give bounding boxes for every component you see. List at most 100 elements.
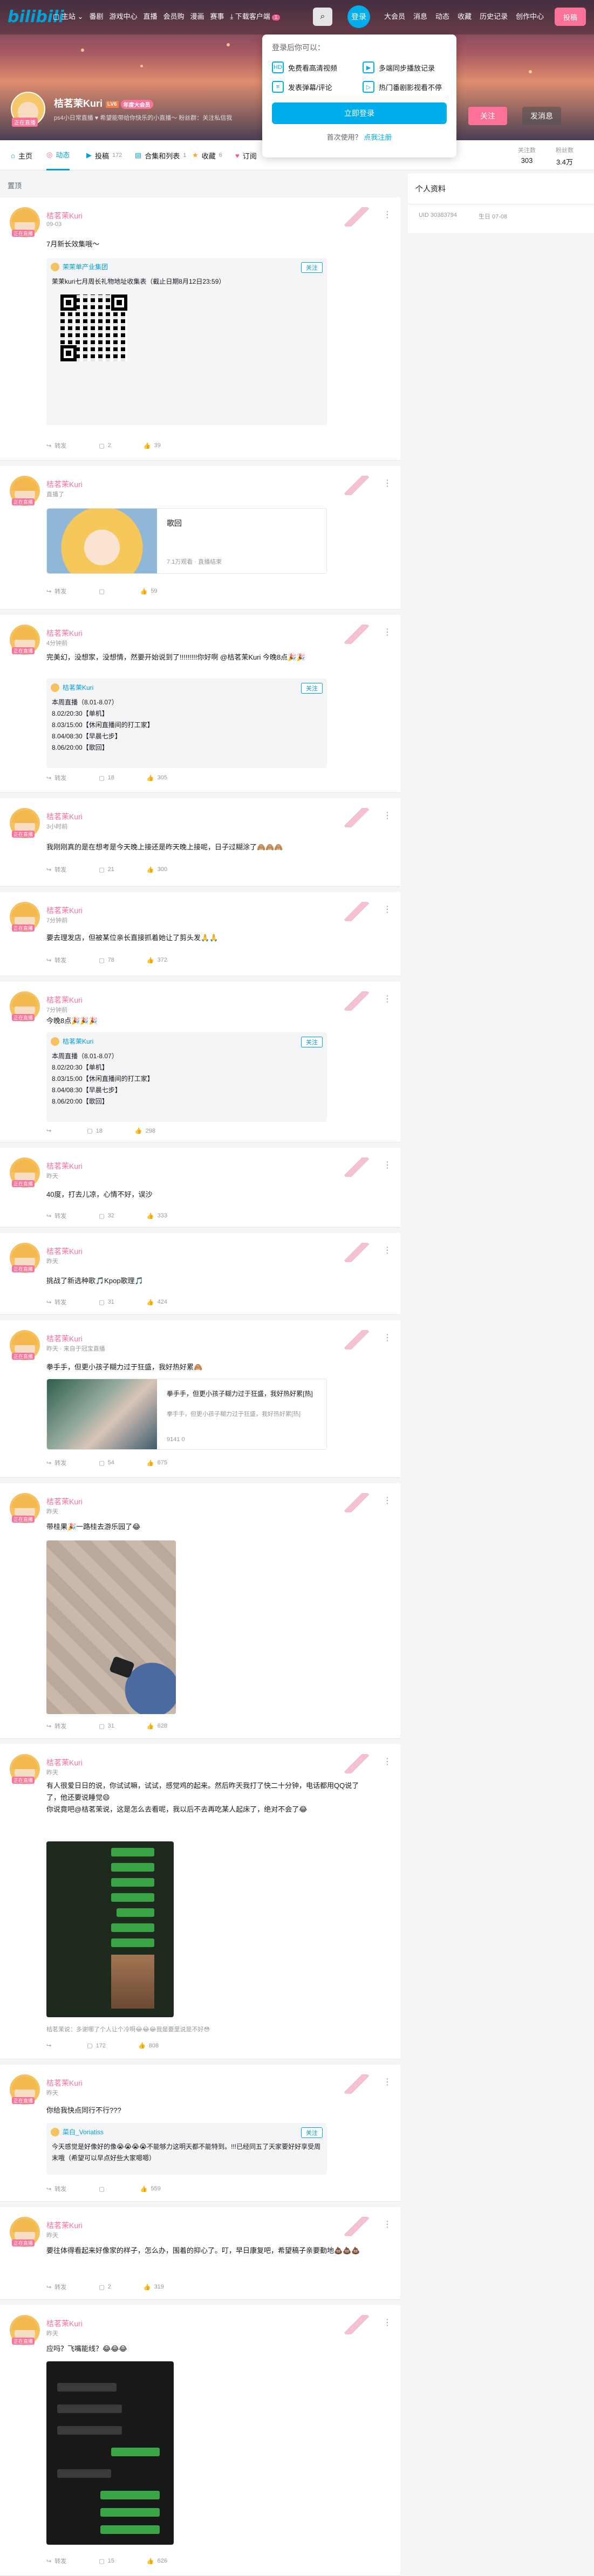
share-button[interactable]: ↪ 转发 bbox=[46, 956, 66, 964]
more-icon[interactable]: ⋮ bbox=[383, 2219, 392, 2230]
post-time[interactable]: 昨天 bbox=[46, 1768, 58, 1777]
like-button[interactable]: 👍 333 bbox=[147, 1211, 167, 1220]
post-author[interactable]: 桔茗茉Kuri bbox=[46, 479, 83, 490]
more-icon[interactable]: ⋮ bbox=[383, 209, 392, 220]
more-icon[interactable]: ⋮ bbox=[383, 2077, 392, 2087]
register-link[interactable]: 点我注册 bbox=[364, 133, 392, 141]
more-icon[interactable]: ⋮ bbox=[383, 1160, 392, 1170]
nav-item-favorites[interactable]: 收藏 bbox=[458, 11, 472, 21]
post-time[interactable]: 直播了 bbox=[46, 490, 64, 498]
comment-button[interactable]: ▢ 21 bbox=[99, 865, 114, 874]
post-author[interactable]: 桔茗茉Kuri bbox=[46, 628, 83, 639]
post-author[interactable]: 桔茗茉Kuri bbox=[46, 2318, 83, 2329]
like-button[interactable]: 👍 424 bbox=[147, 1298, 167, 1306]
comment-button[interactable]: ▢ bbox=[99, 587, 107, 595]
forward-box[interactable]: 桔茗茉Kuri 关注 本周直播（8.01-8.07） 8.02/20:30【单机… bbox=[46, 679, 327, 768]
comment-button[interactable]: ▢ bbox=[99, 2184, 107, 2193]
vip-badge[interactable]: 年度大会员 bbox=[120, 99, 153, 109]
post-author[interactable]: 桔茗茉Kuri bbox=[46, 1757, 83, 1768]
chat-screenshot[interactable] bbox=[46, 1841, 174, 2017]
post-author[interactable]: 桔茗茉Kuri bbox=[46, 1246, 83, 1257]
forward-follow-button[interactable]: 关注 bbox=[301, 262, 323, 273]
nav-item-history[interactable]: 历史记录 bbox=[480, 11, 508, 21]
post-author[interactable]: 桔茗茉Kuri bbox=[46, 2078, 83, 2088]
forward-author[interactable]: 菜白_Voriatiss bbox=[51, 2127, 104, 2136]
share-button[interactable]: ↪ 转发 bbox=[46, 1298, 66, 1306]
comment-button[interactable]: ▢ 78 bbox=[99, 956, 114, 964]
comment-button[interactable]: ▢ 31 bbox=[99, 1722, 114, 1730]
post-time[interactable]: 昨天 bbox=[46, 1507, 58, 1516]
post-time[interactable]: 7分钟前 bbox=[46, 1005, 67, 1014]
post-time[interactable]: 昨天 bbox=[46, 1171, 58, 1180]
forward-author[interactable]: 桔茗茉Kuri bbox=[51, 683, 93, 692]
share-button[interactable]: ↪ 转发 bbox=[46, 865, 66, 874]
post-author[interactable]: 桔茗茉Kuri bbox=[46, 2220, 83, 2231]
post-time[interactable]: 昨天 bbox=[46, 2231, 58, 2239]
forward-follow-button[interactable]: 关注 bbox=[301, 1037, 323, 1047]
nav-item-manga[interactable]: 漫画 bbox=[190, 11, 204, 21]
comment-button[interactable]: ▢ 15 bbox=[99, 2557, 114, 2565]
comment-button[interactable]: ▢ 32 bbox=[99, 1211, 114, 1220]
comment-button[interactable]: ▢ 31 bbox=[99, 1298, 114, 1306]
like-button[interactable]: 👍 628 bbox=[147, 1722, 167, 1730]
message-button[interactable]: 发消息 bbox=[522, 107, 561, 125]
search-button[interactable]: ⌕ bbox=[313, 8, 332, 26]
nav-item-dynamic[interactable]: 动态 bbox=[435, 11, 449, 21]
comment-button[interactable]: ▢ 2 bbox=[99, 441, 111, 450]
nav-item-esports[interactable]: 赛事 bbox=[210, 11, 224, 21]
post-author[interactable]: 桔茗茉Kuri bbox=[46, 1496, 83, 1507]
share-button[interactable]: ↪ 转发 bbox=[46, 2184, 66, 2193]
post-time[interactable]: 昨天 bbox=[46, 1257, 58, 1265]
more-icon[interactable]: ⋮ bbox=[383, 1245, 392, 1256]
nav-item-game[interactable]: 游戏中心 bbox=[109, 11, 137, 21]
post-author[interactable]: 桔茗茉Kuri bbox=[46, 1333, 83, 1344]
like-button[interactable]: 👍 808 bbox=[138, 2042, 159, 2050]
comment-button[interactable]: ▢ 172 bbox=[87, 2042, 106, 2050]
like-button[interactable]: 👍 319 bbox=[144, 2283, 164, 2291]
more-icon[interactable]: ⋮ bbox=[383, 2317, 392, 2328]
comment-button[interactable]: ▢ 54 bbox=[99, 1458, 114, 1467]
forward-follow-button[interactable]: 关注 bbox=[301, 683, 323, 694]
nav-item-anime[interactable]: 番剧 bbox=[89, 11, 103, 21]
tab-favorites[interactable]: ★ 收藏 6 bbox=[192, 140, 222, 170]
login-now-button[interactable]: 立即登录 bbox=[272, 102, 447, 124]
comment-button[interactable]: ▢ 2 bbox=[99, 2283, 111, 2291]
post-author[interactable]: 桔茗茉Kuri bbox=[46, 905, 83, 916]
like-button[interactable]: 👍 372 bbox=[147, 956, 167, 964]
nav-item-vip[interactable]: 大会员 bbox=[384, 11, 405, 21]
nav-item-download[interactable]: ⤓ 下载客户端 1 bbox=[230, 11, 281, 21]
like-button[interactable]: 👍 559 bbox=[140, 2184, 161, 2193]
share-button[interactable]: ↪ 转发 bbox=[46, 1211, 66, 1220]
login-avatar-button[interactable]: 登录 bbox=[347, 5, 370, 28]
more-icon[interactable]: ⋮ bbox=[383, 994, 392, 1004]
like-button[interactable]: 👍 305 bbox=[147, 773, 167, 782]
more-icon[interactable]: ⋮ bbox=[383, 1495, 392, 1506]
share-button[interactable]: ↪ 转发 bbox=[46, 587, 66, 595]
post-photo[interactable] bbox=[46, 1540, 176, 1714]
comment-button[interactable]: ▢ 18 bbox=[87, 1127, 103, 1135]
live-link-card[interactable]: 歌回 7.1万观看 · 直播结束 bbox=[46, 508, 327, 574]
nav-item-shop[interactable]: 会员购 bbox=[163, 11, 184, 21]
like-button[interactable]: 👍 59 bbox=[140, 587, 158, 595]
following-stat[interactable]: 关注数 303 bbox=[518, 146, 536, 165]
more-icon[interactable]: ⋮ bbox=[383, 904, 392, 915]
tab-videos[interactable]: ▶ 投稿 172 bbox=[86, 140, 122, 170]
post-time[interactable]: 09-03 bbox=[46, 221, 62, 228]
like-button[interactable]: 👍 298 bbox=[135, 1127, 155, 1135]
more-icon[interactable]: ⋮ bbox=[383, 627, 392, 638]
share-button[interactable]: ↪ 转发 bbox=[46, 773, 66, 782]
upload-button[interactable]: 投稿 bbox=[555, 8, 586, 26]
nav-item-creator[interactable]: 创作中心 bbox=[516, 11, 544, 21]
tab-subscribe[interactable]: ♥ 订阅 bbox=[235, 140, 257, 170]
tab-home[interactable]: ⌂ 主页 bbox=[11, 140, 32, 170]
forward-author[interactable]: 桔茗茉Kuri bbox=[51, 1037, 93, 1046]
more-icon[interactable]: ⋮ bbox=[383, 810, 392, 821]
share-button[interactable]: ↪ 转发 bbox=[46, 1458, 66, 1467]
share-button[interactable]: ↪ 转发 bbox=[46, 2557, 66, 2565]
post-time[interactable]: 昨天 · 来自于冠宝直播 bbox=[46, 1344, 105, 1353]
live-caption[interactable]: 正在直播 bbox=[12, 118, 38, 127]
share-button[interactable]: ↪ 转发 bbox=[46, 1722, 66, 1730]
post-author[interactable]: 桔茗茉Kuri bbox=[46, 210, 83, 221]
forward-follow-button[interactable]: 关注 bbox=[301, 2127, 323, 2138]
forward-box[interactable]: 茉茉单产业集团 关注 茉茉kuri七月周长礼物地址收集表（截止日期8月12日23… bbox=[46, 258, 327, 425]
